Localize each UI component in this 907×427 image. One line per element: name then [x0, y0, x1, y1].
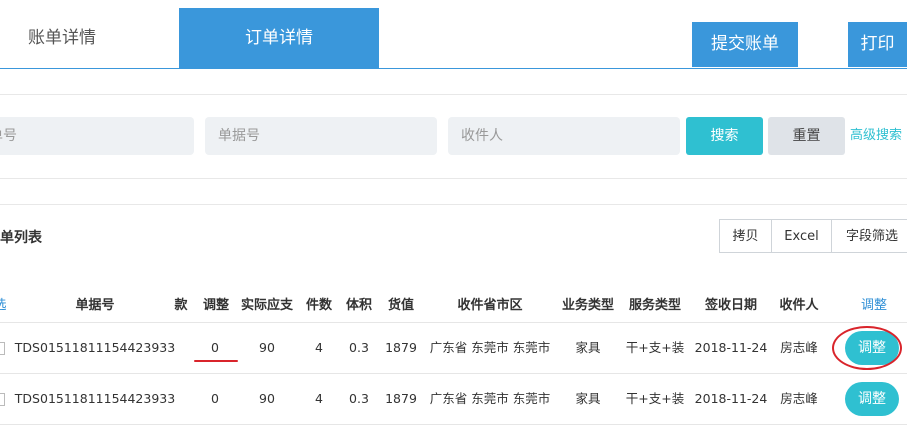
cell-doc-no: TDS01511811154423933 — [14, 391, 176, 406]
doc-no-input[interactable]: 单据号 — [205, 117, 437, 155]
tab-order-detail[interactable]: 订单详情 — [179, 8, 379, 68]
cell-business-type: 家具 — [575, 391, 601, 406]
receiver-input[interactable]: 收件人 — [448, 117, 680, 155]
cell-goods-value: 1879 — [385, 340, 417, 355]
tab-bill-detail[interactable]: 账单详情 — [0, 8, 179, 68]
order-no-input[interactable]: 单号 — [0, 117, 194, 155]
cell-service-type: 干+支+装 — [625, 340, 685, 355]
cell-business-type: 家具 — [575, 340, 601, 355]
order-no-placeholder: 单号 — [0, 128, 17, 144]
cell-service-type: 干+支+装 — [625, 391, 685, 406]
divider — [0, 204, 907, 205]
column-header-business-type: 业务类型 — [561, 298, 615, 313]
column-header-region: 收件省市区 — [457, 298, 523, 313]
column-header-goods-value: 货值 — [387, 298, 415, 313]
column-header-select[interactable]: 选 — [0, 294, 7, 318]
row-checkbox[interactable] — [0, 393, 5, 406]
cell-doc-no: TDS01511811154423933 — [14, 340, 176, 355]
cell-region: 广东省 东莞市 东莞市 — [429, 391, 551, 406]
receiver-placeholder: 收件人 — [461, 128, 503, 144]
column-header-adjust: 调整 — [202, 298, 230, 313]
tab-underline — [0, 68, 907, 69]
cell-sign-date: 2018-11-24 — [694, 340, 768, 355]
cell-pieces: 4 — [315, 340, 323, 355]
cell-receiver: 房志峰 — [780, 391, 818, 406]
cell-adjust: 0 — [211, 391, 219, 406]
row-checkbox[interactable] — [0, 342, 5, 355]
column-header-doc-no: 单据号 — [75, 298, 115, 313]
column-header-payment: 款 — [174, 298, 188, 313]
row-divider — [0, 322, 907, 323]
row-divider — [0, 424, 907, 425]
cell-pieces: 4 — [315, 391, 323, 406]
cell-actual-payable: 90 — [259, 391, 275, 406]
cell-actual-payable: 90 — [259, 340, 275, 355]
advanced-search-link[interactable]: 高级搜索 — [850, 117, 902, 155]
list-title: 单列表 — [0, 230, 42, 246]
reset-button[interactable]: 重置 — [768, 117, 845, 155]
column-header-action[interactable]: 调整 — [861, 294, 887, 318]
column-header-actual-payable: 实际应支 — [240, 298, 294, 313]
cell-adjust: 0 — [211, 340, 219, 355]
column-header-receiver: 收件人 — [779, 298, 819, 313]
divider — [0, 94, 907, 95]
column-header-sign-date: 签收日期 — [704, 298, 758, 313]
cell-goods-value: 1879 — [385, 391, 417, 406]
search-button[interactable]: 搜索 — [686, 117, 763, 155]
row-divider — [0, 373, 907, 374]
cell-volume: 0.3 — [349, 340, 369, 355]
column-header-volume: 体积 — [345, 298, 373, 313]
cell-sign-date: 2018-11-24 — [694, 391, 768, 406]
tab-order-detail-label: 订单详情 — [245, 28, 313, 48]
highlight-circle — [832, 326, 902, 370]
doc-no-placeholder: 单据号 — [218, 128, 260, 144]
column-header-pieces: 件数 — [305, 298, 333, 313]
column-header-service-type: 服务类型 — [628, 298, 682, 313]
cell-region: 广东省 东莞市 东莞市 — [429, 340, 551, 355]
cell-receiver: 房志峰 — [780, 340, 818, 355]
adjust-button[interactable]: 调整 — [845, 382, 899, 416]
field-filter-button[interactable]: 字段筛选 — [831, 219, 907, 253]
tab-bill-detail-label: 账单详情 — [28, 28, 96, 48]
cell-volume: 0.3 — [349, 391, 369, 406]
submit-bill-button[interactable]: 提交账单 — [692, 22, 798, 67]
highlight-underline — [194, 360, 238, 362]
copy-button[interactable]: 拷贝 — [719, 219, 772, 253]
divider — [0, 178, 907, 179]
print-button[interactable]: 打印 — [848, 22, 907, 67]
excel-button[interactable]: Excel — [771, 219, 832, 253]
